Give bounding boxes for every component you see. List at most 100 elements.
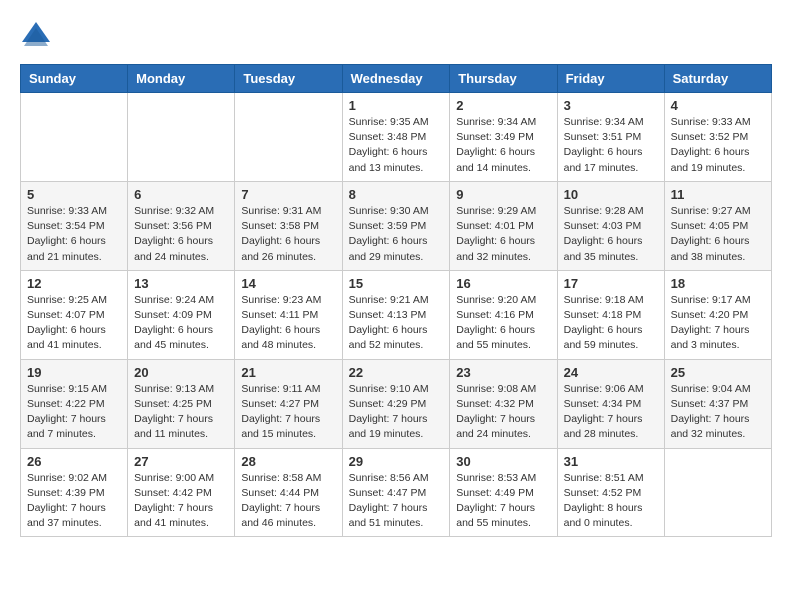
day-info: Sunrise: 9:11 AM Sunset: 4:27 PM Dayligh… — [241, 382, 335, 443]
day-info: Sunrise: 9:31 AM Sunset: 3:58 PM Dayligh… — [241, 204, 335, 265]
calendar-cell: 14 Sunrise: 9:23 AM Sunset: 4:11 PM Dayli… — [235, 270, 342, 359]
day-number: 20 — [134, 365, 228, 380]
day-number: 2 — [456, 98, 550, 113]
logo — [20, 20, 56, 48]
calendar-cell: 26 Sunrise: 9:02 AM Sunset: 4:39 PM Dayli… — [21, 448, 128, 537]
day-number: 26 — [27, 454, 121, 469]
calendar-cell: 15Sunrise: 9:21 AM Sunset: 4:13 PM Dayli… — [342, 270, 450, 359]
calendar-cell: 8 Sunrise: 9:30 AM Sunset: 3:59 PM Daylig… — [342, 181, 450, 270]
day-info: Sunrise: 9:02 AM Sunset: 4:39 PM Dayligh… — [27, 471, 121, 532]
day-info: Sunrise: 8:53 AM Sunset: 4:49 PM Dayligh… — [456, 471, 550, 532]
day-info: Sunrise: 8:56 AM Sunset: 4:47 PM Dayligh… — [349, 471, 444, 532]
header-monday: Monday — [128, 65, 235, 93]
calendar-cell — [21, 93, 128, 182]
calendar-cell: 22 Sunrise: 9:10 AM Sunset: 4:29 PM Dayli… — [342, 359, 450, 448]
calendar-cell: 6 Sunrise: 9:32 AM Sunset: 3:56 PM Daylig… — [128, 181, 235, 270]
day-number: 9 — [456, 187, 550, 202]
calendar-cell: 9 Sunrise: 9:29 AM Sunset: 4:01 PM Daylig… — [450, 181, 557, 270]
calendar-cell: 25 Sunrise: 9:04 AM Sunset: 4:37 PM Dayli… — [664, 359, 771, 448]
week-row-2: 5 Sunrise: 9:33 AM Sunset: 3:54 PM Daylig… — [21, 181, 772, 270]
calendar-cell: 4 Sunrise: 9:33 AM Sunset: 3:52 PM Daylig… — [664, 93, 771, 182]
day-number: 24 — [564, 365, 658, 380]
week-row-1: 1Sunrise: 9:35 AM Sunset: 3:48 PM Daylig… — [21, 93, 772, 182]
header-saturday: Saturday — [664, 65, 771, 93]
week-row-4: 19 Sunrise: 9:15 AM Sunset: 4:22 PM Dayli… — [21, 359, 772, 448]
day-number: 19 — [27, 365, 121, 380]
day-info: Sunrise: 9:23 AM Sunset: 4:11 PM Dayligh… — [241, 293, 335, 354]
day-info: Sunrise: 9:13 AM Sunset: 4:25 PM Dayligh… — [134, 382, 228, 443]
header-tuesday: Tuesday — [235, 65, 342, 93]
day-number: 31 — [564, 454, 658, 469]
calendar-cell: 23 Sunrise: 9:08 AM Sunset: 4:32 PM Dayli… — [450, 359, 557, 448]
day-number: 3 — [564, 98, 658, 113]
calendar-header-row: SundayMondayTuesdayWednesdayThursdayFrid… — [21, 65, 772, 93]
day-number: 18 — [671, 276, 765, 291]
calendar-cell — [128, 93, 235, 182]
day-info: Sunrise: 9:24 AM Sunset: 4:09 PM Dayligh… — [134, 293, 228, 354]
week-row-5: 26 Sunrise: 9:02 AM Sunset: 4:39 PM Dayli… — [21, 448, 772, 537]
day-number: 15 — [349, 276, 444, 291]
day-info: Sunrise: 9:04 AM Sunset: 4:37 PM Dayligh… — [671, 382, 765, 443]
calendar-cell: 28 Sunrise: 8:58 AM Sunset: 4:44 PM Dayli… — [235, 448, 342, 537]
day-number: 25 — [671, 365, 765, 380]
day-number: 29 — [349, 454, 444, 469]
day-number: 12 — [27, 276, 121, 291]
day-number: 14 — [241, 276, 335, 291]
day-number: 4 — [671, 98, 765, 113]
day-info: Sunrise: 9:35 AM Sunset: 3:48 PM Dayligh… — [349, 115, 444, 176]
calendar-cell: 3 Sunrise: 9:34 AM Sunset: 3:51 PM Daylig… — [557, 93, 664, 182]
day-info: Sunrise: 9:27 AM Sunset: 4:05 PM Dayligh… — [671, 204, 765, 265]
day-info: Sunrise: 9:33 AM Sunset: 3:52 PM Dayligh… — [671, 115, 765, 176]
calendar-cell — [235, 93, 342, 182]
header-thursday: Thursday — [450, 65, 557, 93]
day-number: 23 — [456, 365, 550, 380]
calendar-cell: 13 Sunrise: 9:24 AM Sunset: 4:09 PM Dayli… — [128, 270, 235, 359]
calendar-cell: 21 Sunrise: 9:11 AM Sunset: 4:27 PM Dayli… — [235, 359, 342, 448]
calendar-cell: 5 Sunrise: 9:33 AM Sunset: 3:54 PM Daylig… — [21, 181, 128, 270]
day-number: 5 — [27, 187, 121, 202]
day-info: Sunrise: 8:58 AM Sunset: 4:44 PM Dayligh… — [241, 471, 335, 532]
day-number: 30 — [456, 454, 550, 469]
calendar-cell: 31Sunrise: 8:51 AM Sunset: 4:52 PM Dayli… — [557, 448, 664, 537]
calendar-cell: 24Sunrise: 9:06 AM Sunset: 4:34 PM Dayli… — [557, 359, 664, 448]
day-info: Sunrise: 9:00 AM Sunset: 4:42 PM Dayligh… — [134, 471, 228, 532]
day-info: Sunrise: 9:08 AM Sunset: 4:32 PM Dayligh… — [456, 382, 550, 443]
calendar-cell: 27 Sunrise: 9:00 AM Sunset: 4:42 PM Dayli… — [128, 448, 235, 537]
day-number: 28 — [241, 454, 335, 469]
calendar-cell: 18 Sunrise: 9:17 AM Sunset: 4:20 PM Dayli… — [664, 270, 771, 359]
calendar-cell: 10Sunrise: 9:28 AM Sunset: 4:03 PM Dayli… — [557, 181, 664, 270]
calendar-cell — [664, 448, 771, 537]
header-wednesday: Wednesday — [342, 65, 450, 93]
calendar-cell: 17Sunrise: 9:18 AM Sunset: 4:18 PM Dayli… — [557, 270, 664, 359]
calendar-cell: 20 Sunrise: 9:13 AM Sunset: 4:25 PM Dayli… — [128, 359, 235, 448]
day-info: Sunrise: 9:32 AM Sunset: 3:56 PM Dayligh… — [134, 204, 228, 265]
calendar-cell: 1Sunrise: 9:35 AM Sunset: 3:48 PM Daylig… — [342, 93, 450, 182]
week-row-3: 12 Sunrise: 9:25 AM Sunset: 4:07 PM Dayli… — [21, 270, 772, 359]
day-number: 16 — [456, 276, 550, 291]
day-number: 8 — [349, 187, 444, 202]
header-friday: Friday — [557, 65, 664, 93]
calendar-cell: 12 Sunrise: 9:25 AM Sunset: 4:07 PM Dayli… — [21, 270, 128, 359]
day-number: 6 — [134, 187, 228, 202]
day-info: Sunrise: 9:33 AM Sunset: 3:54 PM Dayligh… — [27, 204, 121, 265]
day-number: 7 — [241, 187, 335, 202]
day-number: 22 — [349, 365, 444, 380]
day-info: Sunrise: 9:29 AM Sunset: 4:01 PM Dayligh… — [456, 204, 550, 265]
day-info: Sunrise: 9:28 AM Sunset: 4:03 PM Dayligh… — [564, 204, 658, 265]
day-info: Sunrise: 9:25 AM Sunset: 4:07 PM Dayligh… — [27, 293, 121, 354]
day-info: Sunrise: 9:30 AM Sunset: 3:59 PM Dayligh… — [349, 204, 444, 265]
logo-icon — [20, 20, 52, 48]
calendar-cell: 19 Sunrise: 9:15 AM Sunset: 4:22 PM Dayli… — [21, 359, 128, 448]
page-header — [20, 20, 772, 48]
day-number: 13 — [134, 276, 228, 291]
day-info: Sunrise: 9:34 AM Sunset: 3:51 PM Dayligh… — [564, 115, 658, 176]
day-number: 27 — [134, 454, 228, 469]
day-info: Sunrise: 9:17 AM Sunset: 4:20 PM Dayligh… — [671, 293, 765, 354]
calendar-table: SundayMondayTuesdayWednesdayThursdayFrid… — [20, 64, 772, 537]
day-info: Sunrise: 9:18 AM Sunset: 4:18 PM Dayligh… — [564, 293, 658, 354]
calendar-cell: 30 Sunrise: 8:53 AM Sunset: 4:49 PM Dayli… — [450, 448, 557, 537]
day-number: 21 — [241, 365, 335, 380]
day-info: Sunrise: 9:15 AM Sunset: 4:22 PM Dayligh… — [27, 382, 121, 443]
calendar-cell: 16Sunrise: 9:20 AM Sunset: 4:16 PM Dayli… — [450, 270, 557, 359]
day-info: Sunrise: 9:10 AM Sunset: 4:29 PM Dayligh… — [349, 382, 444, 443]
